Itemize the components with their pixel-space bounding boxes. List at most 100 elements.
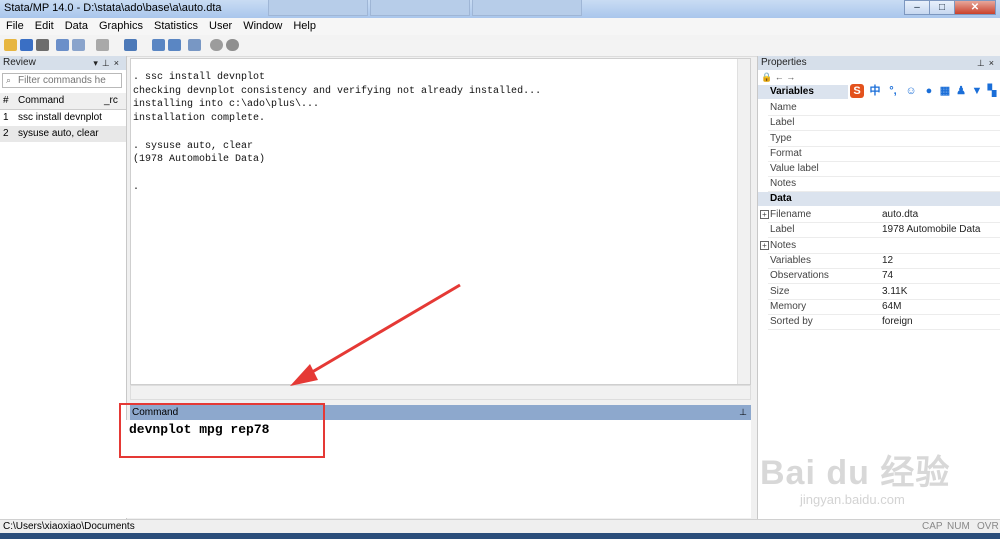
review-title: Review [3,57,36,68]
property-row[interactable]: Sorted by foreign [768,314,1000,330]
pane-pin-icon[interactable]: ▾⊥× [93,56,123,70]
results-vertical-scrollbar[interactable] [737,59,750,384]
property-row[interactable]: Observations 74 [768,268,1000,284]
graph-icon[interactable] [96,39,109,51]
menu-user[interactable]: User [203,18,237,32]
list-item[interactable]: 2 sysuse auto, clear [0,126,126,142]
property-key: Memory [770,301,807,312]
property-key: Name [770,102,797,113]
cap-indicator: CAP [922,521,943,532]
highlight-box [119,403,325,458]
property-key: Format [770,148,802,159]
menu-bar: File Edit Data Graphics Statistics User Window… [0,18,1000,35]
window-title: Stata/MP 14.0 - D:\stata\ado\base\a\auto… [4,2,222,14]
property-row[interactable]: Memory 64M [768,299,1000,315]
property-row[interactable]: + Filename auto.dta [760,207,1000,223]
row-num: 1 [3,112,9,123]
menu-edit[interactable]: Edit [29,18,59,32]
pin-icon[interactable]: ⊥ [739,405,747,420]
ovr-indicator: OVR [977,521,999,532]
viewer-icon[interactable] [72,39,85,51]
property-value: 3.11K [882,286,908,297]
row-num: 2 [3,128,9,139]
results-text: . ssc install devnplot checking devnplot… [133,72,542,193]
menu-file[interactable]: File [0,18,29,32]
punctuation-icon[interactable]: °, [886,84,900,98]
menu-data[interactable]: Data [59,18,93,32]
do-file-editor-icon[interactable] [124,39,137,51]
row-command: ssc install devnplot [18,112,102,123]
property-row[interactable]: Value label [768,161,1000,177]
property-value: 1978 Automobile Data [882,224,981,235]
pane-pin-icon[interactable]: ⊥× [977,56,998,70]
property-row[interactable]: + Notes [760,238,1000,254]
properties-header: Properties ⊥× [758,56,1000,70]
microphone-icon[interactable]: ● [922,84,936,98]
status-bar: C:\Users\xiaoxiao\Documents CAP NUM OVR [0,519,1000,534]
search-icon: ⌕ [6,75,12,85]
settings-grid-icon[interactable]: ▚ [985,84,999,98]
review-filter[interactable]: ⌕ [2,73,122,88]
property-row[interactable]: Variables 12 [768,253,1000,269]
data-editor-icon[interactable] [152,39,165,51]
user-icon[interactable]: ♟ [954,84,968,98]
property-value: auto.dta [882,209,919,220]
row-command: sysuse auto, clear [18,128,99,139]
background-tab[interactable] [472,0,582,16]
save-icon[interactable] [20,39,33,51]
property-row[interactable]: Label [768,115,1000,131]
menu-window[interactable]: Window [237,18,287,32]
menu-help[interactable]: Help [287,18,321,32]
background-tab[interactable] [268,0,368,16]
working-directory: C:\Users\xiaoxiao\Documents [3,521,135,532]
title-bar: Stata/MP 14.0 - D:\stata\ado\base\a\auto… [0,0,1000,18]
log-icon[interactable] [56,39,69,51]
property-key: Notes [770,240,797,251]
property-key: Notes [770,178,797,189]
break-icon[interactable] [226,39,239,51]
col-command[interactable]: Command [18,93,64,109]
property-key: Label [770,117,795,128]
expand-icon[interactable]: + [760,241,769,250]
property-row[interactable]: Notes [768,176,1000,192]
data-browser-icon[interactable] [168,39,181,51]
emoji-icon[interactable]: ☺ [904,84,918,98]
review-column-header: # Command _rc [0,93,126,110]
property-value: 12 [882,255,894,266]
more-icon[interactable] [210,39,223,51]
data-section[interactable]: Data [758,192,1000,206]
keyboard-icon[interactable]: ▦ [938,84,952,98]
lock-icon[interactable]: 🔒 [761,72,772,82]
forward-arrow-icon[interactable]: → [786,72,795,82]
list-item[interactable]: 1 ssc install devnplot [0,110,126,126]
maximize-button[interactable]: □ [929,0,955,15]
open-icon[interactable] [4,39,17,51]
close-button[interactable]: ✕ [954,0,996,15]
watermark-logo: Bai du 经验 [760,454,951,492]
expand-icon[interactable]: + [760,210,769,219]
skin-icon[interactable]: ▼ [970,84,984,98]
property-key: Variables [770,255,811,266]
property-row[interactable]: Format [768,146,1000,162]
menu-graphics[interactable]: Graphics [93,18,148,32]
menu-statistics[interactable]: Statistics [148,18,203,32]
background-tab[interactable] [370,0,470,16]
filter-commands-input[interactable] [18,74,118,87]
property-row[interactable]: Size 3.11K [768,284,1000,300]
back-arrow-icon[interactable]: ← [775,72,784,82]
properties-nav: 🔒 ← → [761,72,795,83]
ime-toolbar: S 中 °, ☺ ● ▦ ♟ ▼ ▚ [848,83,1000,101]
review-pane: Review ▾⊥× ⌕ # Command _rc 1 ssc install… [0,56,127,519]
property-row[interactable]: Type [768,131,1000,147]
chinese-mode-icon[interactable]: 中 [868,84,882,98]
minimize-button[interactable]: – [904,0,930,15]
variables-manager-icon[interactable] [188,39,201,51]
sogou-logo-icon[interactable]: S [850,84,864,98]
property-row[interactable]: Label 1978 Automobile Data [768,222,1000,238]
col-rc[interactable]: _rc [104,93,118,109]
property-key: Observations [770,270,829,281]
print-icon[interactable] [36,39,49,51]
toolbar [0,35,1000,57]
property-row[interactable]: Name [768,100,1000,116]
col-num[interactable]: # [3,93,9,109]
